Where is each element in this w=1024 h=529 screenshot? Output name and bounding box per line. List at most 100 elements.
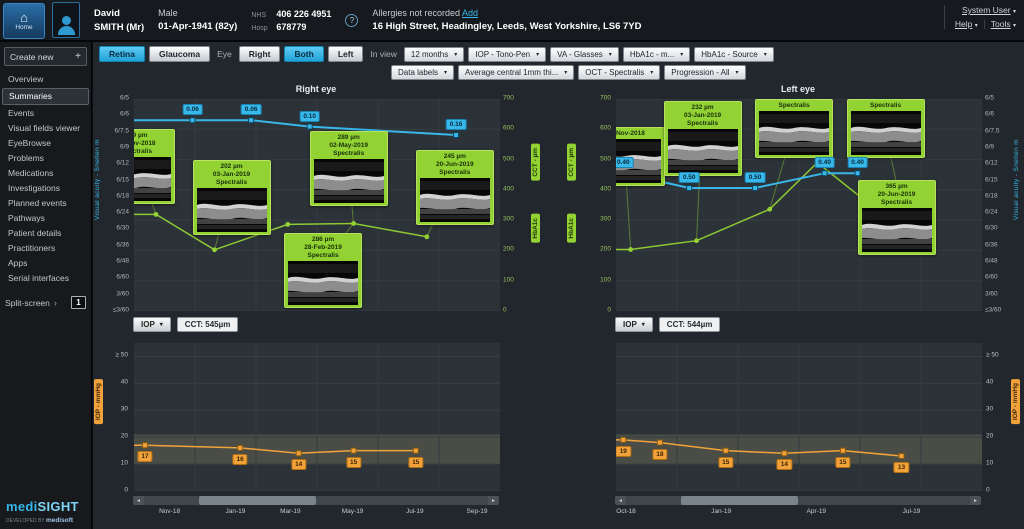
select-iop-tono-pen[interactable]: IOP - Tono-Pen ▾ bbox=[468, 46, 547, 62]
allergy-address-block: Allergies not recorded Add 16 High Stree… bbox=[372, 8, 641, 32]
create-new-button[interactable]: Create new + bbox=[4, 47, 87, 66]
chevron-down-icon: ▾ bbox=[974, 23, 978, 29]
oct-caption: 286 µm 28-Feb-2019 Spectralis bbox=[304, 235, 342, 259]
timeline-scrollbar[interactable]: ◄ ► bbox=[615, 496, 981, 505]
sidebar-item-apps[interactable]: Apps bbox=[0, 256, 91, 271]
hosp-label: Hosp bbox=[251, 24, 268, 32]
iop-value-label: 17 bbox=[137, 451, 153, 463]
select-data-labels[interactable]: Data labels ▾ bbox=[391, 65, 455, 80]
mode-button-glaucoma[interactable]: Glaucoma bbox=[148, 46, 211, 62]
chart-title: Right eye bbox=[295, 84, 337, 94]
eye-button-left[interactable]: Left bbox=[327, 46, 364, 62]
iop-value-label: 15 bbox=[345, 456, 362, 468]
select-average-central-1mm-thi[interactable]: Average central 1mm thi... ▾ bbox=[458, 65, 575, 80]
sidebar-item-events[interactable]: Events bbox=[0, 106, 91, 121]
va-value-label: 0.50 bbox=[744, 172, 766, 184]
iop-value-label: 14 bbox=[776, 459, 792, 471]
sidebar-item-patient-details[interactable]: Patient details bbox=[0, 226, 91, 241]
date-tick: Jul-19 bbox=[902, 508, 921, 515]
va-value-label: 0.16 bbox=[445, 119, 467, 131]
sidebar-item-investigations[interactable]: Investigations bbox=[0, 181, 91, 196]
oct-thumbnail[interactable]: 365 µm 20-Jun-2019 Spectralis bbox=[857, 179, 936, 255]
chevron-down-icon: ▾ bbox=[680, 51, 684, 58]
scrollbar-track[interactable] bbox=[144, 496, 488, 505]
sidebar-item-eyebrowse[interactable]: EyeBrowse bbox=[0, 136, 91, 151]
menu-divider bbox=[983, 19, 985, 29]
patient-avatar-icon[interactable] bbox=[52, 2, 80, 38]
home-button[interactable]: ⌂ Home bbox=[3, 3, 45, 39]
scrollbar-thumb[interactable] bbox=[681, 496, 798, 505]
info-icon[interactable]: ? bbox=[345, 13, 359, 27]
iop-value-label: 15 bbox=[718, 456, 734, 468]
sidebar-item-pathways[interactable]: Pathways bbox=[0, 211, 91, 226]
select-hba1c-source[interactable]: HbA1c - Source ▾ bbox=[694, 46, 774, 62]
patient-sex: Male bbox=[158, 8, 178, 18]
tools-menu[interactable]: Tools ▾ bbox=[991, 19, 1016, 29]
split-screen-count: 1 bbox=[71, 296, 86, 309]
sidebar-item-problems[interactable]: Problems bbox=[0, 151, 91, 166]
oct-scan-image bbox=[667, 129, 738, 174]
scrollbar-thumb[interactable] bbox=[199, 496, 316, 505]
eye-button-both[interactable]: Both bbox=[284, 46, 324, 62]
sidebar-item-overview[interactable]: Overview bbox=[0, 72, 91, 87]
mode-button-retina[interactable]: Retina bbox=[99, 46, 145, 62]
oct-thumbnail[interactable]: 286 µm 28-Feb-2019 Spectralis bbox=[284, 232, 363, 308]
oct-caption: Spectralis bbox=[870, 102, 902, 109]
oct-thumbnail[interactable]: 319 µm02-Nov-2018Spectralis bbox=[134, 128, 176, 204]
select-oct-spectralis[interactable]: OCT - Spectralis ▾ bbox=[578, 65, 661, 80]
oct-thumbnail[interactable]: Spectralis bbox=[755, 99, 834, 158]
timeline-scrollbar[interactable]: ◄ ► bbox=[133, 496, 499, 505]
patient-first-name: David bbox=[94, 7, 120, 19]
oct-thumbnail[interactable]: 02-Nov-2018 bbox=[615, 126, 665, 186]
eye-label: Eye bbox=[217, 49, 232, 59]
sidebar-item-planned-events[interactable]: Planned events bbox=[0, 196, 91, 211]
system-user-menu[interactable]: System User ▾ bbox=[962, 5, 1016, 15]
oct-caption: 245 µm 20-Jun-2019 Spectralis bbox=[436, 152, 474, 176]
sidebar-item-medications[interactable]: Medications bbox=[0, 166, 91, 181]
sidebar-item-practitioners[interactable]: Practitioners bbox=[0, 241, 91, 256]
scroll-right-icon[interactable]: ► bbox=[488, 496, 499, 505]
scrollbar-track[interactable] bbox=[626, 496, 970, 505]
select-va-glasses[interactable]: VA - Glasses ▾ bbox=[550, 46, 619, 62]
va-value-label: 0.06 bbox=[182, 104, 203, 116]
va-axis-title: Visual acuity - Snellen m bbox=[94, 139, 101, 221]
oct-scan-image bbox=[313, 158, 384, 203]
scroll-left-icon[interactable]: ◄ bbox=[615, 496, 626, 505]
scroll-right-icon[interactable]: ► bbox=[970, 496, 981, 505]
chevron-down-icon: ▾ bbox=[1012, 23, 1016, 29]
chevron-down-icon: ▾ bbox=[444, 70, 448, 76]
oct-thumbnail[interactable]: 232 µm 03-Jan-2019 Spectralis bbox=[663, 101, 742, 177]
patient-dob: 01-Apr-1941 (82y) bbox=[158, 21, 238, 32]
iop-dropdown[interactable]: IOP ▾ bbox=[615, 317, 653, 332]
sidebar-item-serial-interfaces[interactable]: Serial interfaces bbox=[0, 271, 91, 286]
iop-axis: ≥ 50 40 30 20 10 0 bbox=[986, 351, 999, 494]
date-tick: Sep-19 bbox=[466, 508, 488, 515]
va-value-label: 0.06 bbox=[240, 104, 262, 116]
select-progression-all[interactable]: Progression - All ▾ bbox=[664, 65, 746, 80]
scroll-left-icon[interactable]: ◄ bbox=[133, 496, 144, 505]
patient-address: 16 High Street, Headingley, Leeds, West … bbox=[372, 21, 642, 32]
oct-caption: 02-Nov-2018 bbox=[615, 129, 645, 137]
va-value-label: 0.50 bbox=[678, 172, 700, 184]
hba1c-axis-label: HbA1c bbox=[531, 214, 540, 243]
split-screen-control[interactable]: Split-screen › 1 bbox=[0, 296, 91, 309]
allergies-add-link[interactable]: Add bbox=[462, 8, 478, 18]
date-axis: Nov-18 Jan-19 Mar-19 May-19 Jul-19 Sep-19 bbox=[133, 508, 499, 518]
patient-demographics: Male 01-Apr-1941 (82y) bbox=[158, 8, 237, 32]
date-tick: Jan-19 bbox=[711, 508, 732, 515]
chart-toolbar-row1: Retina Glaucoma Eye Right Both Left In view 12 … bbox=[99, 46, 774, 62]
select-12-months[interactable]: 12 months ▾ bbox=[403, 46, 465, 62]
sidebar-item-summaries[interactable]: Summaries bbox=[2, 88, 89, 105]
select-hba1c-m[interactable]: HbA1c - m... ▾ bbox=[622, 46, 691, 62]
oct-thumbnail[interactable]: 289 µm 02-May-2019 Spectralis bbox=[309, 130, 388, 206]
iop-dropdown[interactable]: IOP ▾ bbox=[133, 317, 171, 332]
oct-thumbnail[interactable]: Spectralis bbox=[846, 99, 925, 158]
sidebar-item-visual-fields-viewer[interactable]: Visual fields viewer bbox=[0, 121, 91, 136]
oct-thumbnail[interactable]: 202 µm 03-Jan-2019 Spectralis bbox=[192, 160, 271, 236]
eye-button-right[interactable]: Right bbox=[238, 46, 281, 62]
chart-controls: IOP ▾ CCT: 545µm bbox=[133, 317, 239, 332]
help-menu[interactable]: Help ▾ bbox=[955, 19, 978, 29]
chevron-down-icon: ▾ bbox=[641, 322, 645, 328]
oct-scan-image bbox=[134, 156, 172, 201]
oct-thumbnail[interactable]: 245 µm 20-Jun-2019 Spectralis bbox=[415, 149, 494, 225]
